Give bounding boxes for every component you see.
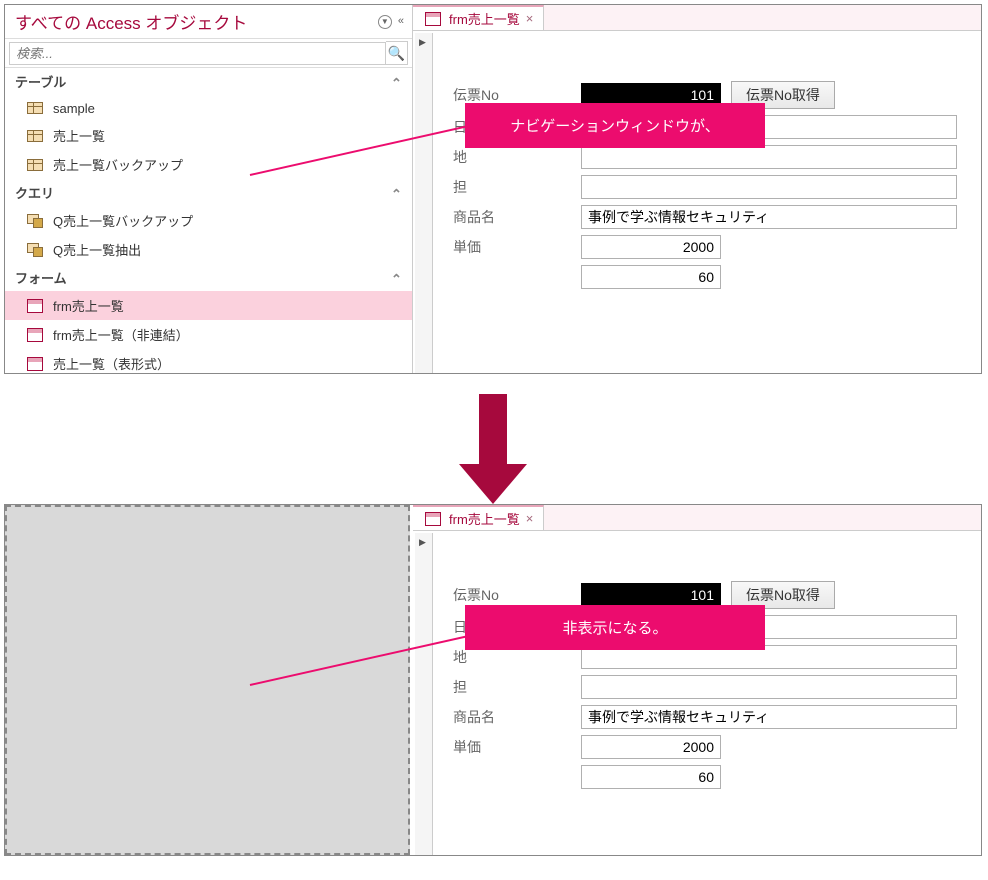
nav-group-queries[interactable]: クエリ ⌄ <box>5 179 412 206</box>
label-denpyo: 伝票No <box>453 85 581 105</box>
nav-search-row: 🔍 <box>5 39 412 68</box>
nav-title-row: すべての Access オブジェクト ▼ « <box>5 5 412 39</box>
input-tanka[interactable] <box>581 235 721 259</box>
tab-active[interactable]: frm売上一覧 × <box>413 5 544 30</box>
nav-item-table[interactable]: 売上一覧バックアップ <box>5 150 412 179</box>
label-tanka: 単価 <box>453 737 581 757</box>
nav-group-forms[interactable]: フォーム ⌄ <box>5 264 412 291</box>
nav-item-table[interactable]: sample <box>5 95 412 121</box>
label-tan: 担 <box>453 677 581 697</box>
record-selector[interactable] <box>415 533 433 855</box>
query-icon <box>25 213 45 229</box>
nav-collapse-icon[interactable]: « <box>398 15 404 29</box>
input-denpyo[interactable] <box>581 583 721 607</box>
table-icon <box>25 128 45 144</box>
input-shohin[interactable] <box>581 205 957 229</box>
query-icon <box>25 242 45 258</box>
label-shohin: 商品名 <box>453 207 581 227</box>
label-chi: 地 <box>453 647 581 667</box>
form-icon <box>423 11 443 27</box>
close-icon[interactable]: × <box>526 11 534 26</box>
nav-dropdown-icon[interactable]: ▼ <box>378 15 392 29</box>
tab-active[interactable]: frm売上一覧 × <box>413 505 544 530</box>
form-area: frm売上一覧 × 伝票No伝票No取得 日 地 担 商品名 単価 <box>413 5 981 373</box>
navigation-pane[interactable]: すべての Access オブジェクト ▼ « 🔍 テーブル ⌄ sample 売… <box>5 5 413 373</box>
input-qty[interactable] <box>581 765 721 789</box>
nav-item-table[interactable]: 売上一覧 <box>5 121 412 150</box>
form-icon <box>423 511 443 527</box>
collapse-icon: ⌄ <box>391 270 402 286</box>
form-body: 伝票No伝票No取得 日 地 担 商品名 単価 <box>413 531 981 855</box>
form-icon <box>25 327 45 343</box>
table-icon <box>25 100 45 116</box>
table-icon <box>25 157 45 173</box>
form-body: 伝票No伝票No取得 日 地 担 商品名 単価 <box>413 31 981 373</box>
nav-item-form[interactable]: frm売上一覧 <box>5 291 412 320</box>
form-icon <box>25 298 45 314</box>
label-tan: 担 <box>453 177 581 197</box>
record-selector[interactable] <box>415 33 433 373</box>
input-qty[interactable] <box>581 265 721 289</box>
form-icon <box>25 356 45 372</box>
nav-item-form[interactable]: 売上一覧（表形式） <box>5 349 412 378</box>
navigation-pane-hidden <box>5 505 410 855</box>
search-input[interactable] <box>9 42 386 65</box>
nav-item-query[interactable]: Q売上一覧バックアップ <box>5 206 412 235</box>
tab-label: frm売上一覧 <box>449 9 520 28</box>
input-tanka[interactable] <box>581 735 721 759</box>
nav-item-form[interactable]: frm売上一覧（非連結） <box>5 320 412 349</box>
search-icon[interactable]: 🔍 <box>386 41 408 65</box>
close-icon[interactable]: × <box>526 511 534 526</box>
callout-bottom: 非表示になる。 <box>465 605 765 650</box>
transition-arrow <box>4 394 982 504</box>
collapse-icon: ⌄ <box>391 185 402 201</box>
input-field[interactable] <box>581 175 957 199</box>
label-chi: 地 <box>453 147 581 167</box>
form-area: frm売上一覧 × 伝票No伝票No取得 日 地 担 商品名 単価 <box>413 505 981 855</box>
input-field[interactable] <box>581 145 957 169</box>
nav-item-query[interactable]: Q売上一覧抽出 <box>5 235 412 264</box>
tab-bar: frm売上一覧 × <box>413 5 981 31</box>
collapse-icon: ⌄ <box>391 74 402 90</box>
label-denpyo: 伝票No <box>453 585 581 605</box>
label-shohin: 商品名 <box>453 707 581 727</box>
input-shohin[interactable] <box>581 705 957 729</box>
nav-title: すべての Access オブジェクト <box>15 9 378 34</box>
input-field[interactable] <box>581 675 957 699</box>
callout-top: ナビゲーションウィンドウが、 <box>465 103 765 148</box>
tab-label: frm売上一覧 <box>449 509 520 528</box>
label-tanka: 単価 <box>453 237 581 257</box>
screenshot-after: frm売上一覧 × 伝票No伝票No取得 日 地 担 商品名 単価 非表示になる… <box>4 504 982 856</box>
tab-bar: frm売上一覧 × <box>413 505 981 531</box>
screenshot-before: すべての Access オブジェクト ▼ « 🔍 テーブル ⌄ sample 売… <box>4 4 982 374</box>
nav-group-tables[interactable]: テーブル ⌄ <box>5 68 412 95</box>
